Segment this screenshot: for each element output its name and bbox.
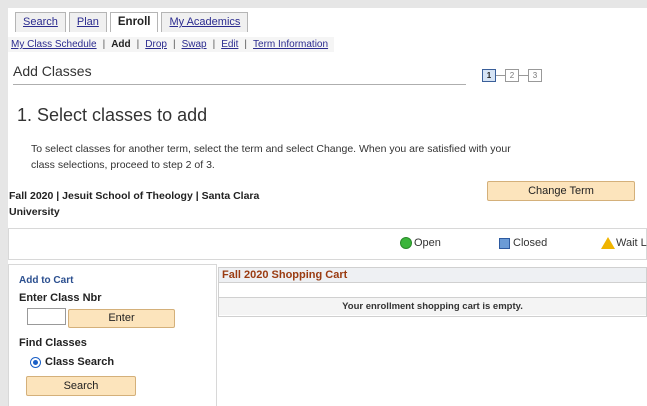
- change-term-button[interactable]: Change Term: [487, 181, 635, 201]
- legend-waitlist-label: Wait List: [616, 237, 647, 249]
- section-title: 1. Select classes to add: [17, 105, 208, 125]
- green-circle-icon: [400, 237, 412, 249]
- step-indicator: 1 2 3: [482, 69, 542, 82]
- page-title: Add Classes: [13, 63, 92, 79]
- step-3: 3: [528, 69, 542, 82]
- cart-title: Fall 2020 Shopping Cart: [219, 268, 646, 283]
- enter-button[interactable]: Enter: [68, 309, 175, 328]
- step-connector: [519, 75, 528, 76]
- subnav-separator: |: [102, 39, 106, 50]
- legend-closed-label: Closed: [513, 237, 548, 249]
- subnav-swap[interactable]: Swap: [182, 39, 207, 50]
- class-nbr-input[interactable]: [27, 308, 66, 325]
- header-divider: [13, 84, 466, 85]
- subnav-separator: |: [172, 39, 176, 50]
- enroll-subnav: My Class Schedule | Add | Drop | Swap | …: [8, 37, 335, 52]
- tab-my-academics[interactable]: My Academics: [161, 12, 249, 32]
- page-frame: Search Plan Enroll My Academics My Class…: [8, 8, 647, 406]
- instructions-text: To select classes for another term, sele…: [31, 143, 511, 171]
- subnav-separator: |: [244, 39, 248, 50]
- find-classes-label: Find Classes: [19, 337, 87, 349]
- subnav-term-information[interactable]: Term Information: [253, 39, 328, 50]
- subnav-separator: |: [212, 39, 216, 50]
- subnav-drop[interactable]: Drop: [145, 39, 167, 50]
- yellow-triangle-icon: [601, 237, 615, 249]
- main-tabs: Search Plan Enroll My Academics: [15, 12, 251, 32]
- step-2: 2: [505, 69, 519, 82]
- step-connector: [496, 75, 505, 76]
- class-search-label: Class Search: [45, 356, 115, 368]
- subnav-add: Add: [111, 39, 131, 50]
- add-to-cart-heading: Add to Cart: [19, 275, 74, 286]
- step-1: 1: [482, 69, 496, 82]
- class-search-radio[interactable]: [30, 356, 41, 368]
- cart-subheader: [219, 283, 646, 298]
- cart-empty-message: Your enrollment shopping cart is empty.: [219, 298, 646, 315]
- search-button[interactable]: Search: [26, 376, 136, 396]
- tab-enroll[interactable]: Enroll: [109, 12, 159, 32]
- subnav-separator: |: [136, 39, 140, 50]
- tab-plan[interactable]: Plan: [68, 12, 107, 32]
- tab-search[interactable]: Search: [15, 12, 66, 32]
- subnav-edit[interactable]: Edit: [221, 39, 238, 50]
- legend-open: Open: [400, 237, 441, 249]
- legend-open-label: Open: [414, 237, 441, 249]
- class-search-option[interactable]: Class Search: [30, 356, 114, 368]
- shopping-cart: Fall 2020 Shopping Cart Your enrollment …: [218, 267, 647, 317]
- subnav-my-class-schedule[interactable]: My Class Schedule: [11, 39, 97, 50]
- legend-waitlist: Wait List: [601, 237, 647, 249]
- blue-square-icon: [499, 237, 510, 249]
- legend-closed: Closed: [499, 237, 547, 249]
- status-legend: Open Closed Wait List: [8, 228, 647, 260]
- term-label: Fall 2020 | Jesuit School of Theology | …: [9, 190, 260, 218]
- enter-class-nbr-label: Enter Class Nbr: [19, 292, 102, 304]
